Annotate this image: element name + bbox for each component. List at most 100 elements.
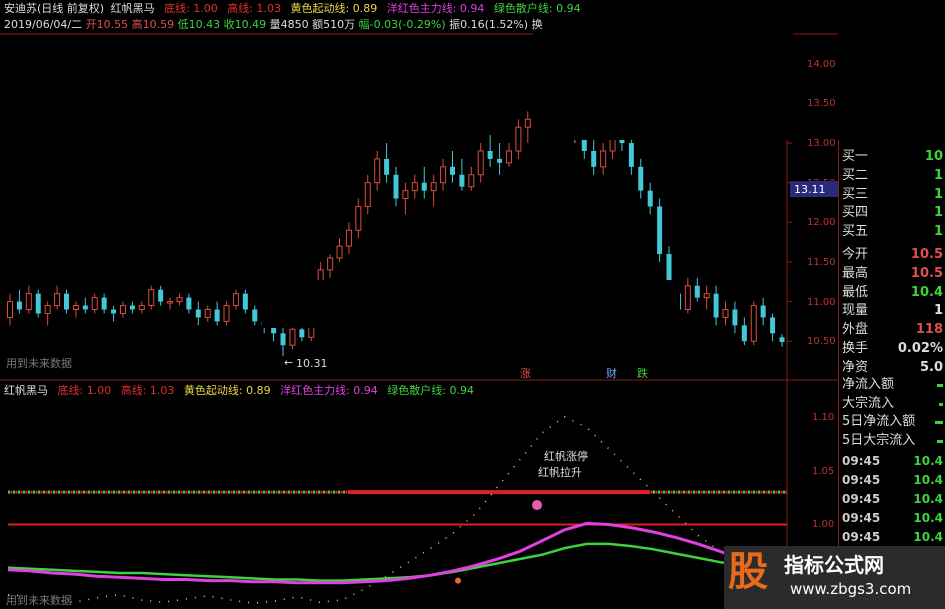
quote-volume: 量4850 — [269, 18, 309, 31]
quote-trail: 换 — [531, 18, 543, 31]
candle-body — [289, 328, 296, 346]
candle-body — [779, 337, 785, 343]
chart-period: (日线 前复权) — [37, 2, 105, 15]
candle-body — [101, 297, 107, 310]
side-quote-row: 买一 10 — [842, 148, 945, 166]
candle-body — [703, 293, 710, 299]
quote-low: 低10.43 — [177, 18, 221, 31]
side-quote-value: 1 — [933, 167, 943, 183]
candle-body — [421, 182, 427, 191]
current-price-label: 13.11 — [794, 183, 826, 196]
indicator-legend-yellow: 黄色起动线: 0.89 — [183, 384, 271, 397]
side-quote-value: 1 — [933, 205, 943, 221]
side-quote-label: 买三 — [842, 186, 869, 202]
legend-bottom-line: 底线: 1.00 — [164, 2, 218, 15]
indicator-legend-magenta: 洋红色主力线: 0.94 — [280, 384, 378, 397]
hongfan-zhangting-label: 红帆涨停 — [544, 450, 588, 463]
candle-body — [411, 182, 418, 192]
candle-body — [459, 174, 465, 187]
side-quote-value: 10.5 — [910, 247, 943, 262]
fund-flow-bar — [937, 439, 943, 443]
future-data-note-bottom: 用到未来数据 — [6, 594, 72, 607]
side-quote-label: 外盘 — [842, 322, 869, 338]
fund-flow-bar — [935, 421, 943, 424]
tick-time: 09:45 — [842, 454, 881, 468]
indicator-axis-label: 1.00 — [812, 519, 835, 531]
side-quote-label: 净资 — [842, 359, 869, 375]
candle-body — [628, 143, 634, 167]
signal-dot — [532, 500, 542, 511]
candle-body — [449, 166, 455, 175]
fund-flow-label: 5日净流入额 — [842, 414, 916, 429]
candle-body — [111, 309, 117, 314]
side-quote-value: 1 — [933, 186, 943, 202]
price-axis-label: 14.00 — [807, 58, 836, 70]
candle-body — [54, 293, 61, 307]
candle-body — [72, 305, 79, 311]
side-quote-row: 换手 0.02% — [842, 340, 945, 358]
candle-body — [345, 229, 352, 247]
tick-row: 09:45 10.4 — [842, 528, 945, 546]
green-retail-line — [7, 542, 788, 582]
indicator-legend-green: 绿色散户线: 0.94 — [387, 384, 475, 397]
indicator-axis-label: 1.10 — [812, 411, 835, 423]
yellow-start-line — [7, 415, 788, 604]
candle-body — [402, 190, 409, 200]
tick-time: 09:45 — [842, 473, 881, 487]
candle-body — [204, 309, 211, 318]
low-price-arrow: ← — [284, 356, 294, 369]
candle-body — [477, 150, 484, 176]
side-quote-value: 0.02% — [897, 341, 943, 356]
candle-body — [158, 289, 164, 302]
tick-price: 10.4 — [913, 454, 943, 468]
watermark-site-url: www.zbgs3.com — [790, 580, 912, 598]
fund-flow-label: 净流入额 — [842, 377, 895, 392]
side-quote-label: 最低 — [842, 284, 869, 300]
quote-open: 开10.55 — [85, 18, 129, 31]
quote-amount: 额510万 — [312, 18, 356, 31]
side-quote-value: 1 — [933, 303, 943, 319]
side-quote-label: 换手 — [842, 341, 869, 356]
side-quote-row: 净资 5.0 — [842, 359, 945, 377]
tick-row: 09:45 10.4 — [842, 509, 945, 527]
candle-body — [440, 166, 447, 184]
stock-title-row: 安迪苏(日线 前复权) 红帆黑马 底线: 1.00 高线: 1.03 黄色起动线… — [4, 2, 581, 15]
candle-body — [44, 305, 51, 314]
candle-body — [7, 301, 13, 318]
tick-price: 10.4 — [913, 511, 943, 525]
candle-body — [25, 293, 32, 311]
quote-close: 收10.49 — [223, 18, 267, 31]
legend-top-line: 高线: 1.03 — [227, 2, 281, 15]
candle-body — [657, 206, 663, 255]
candle-body — [327, 257, 334, 271]
tick-row: 09:45 10.4 — [842, 452, 945, 470]
candle-body — [16, 301, 22, 310]
side-quote-row: 买五 1 — [842, 223, 945, 241]
candle-body — [430, 182, 437, 192]
tick-price: 10.4 — [913, 530, 943, 544]
candle-body — [355, 205, 362, 231]
fund-flow-row: 5日大宗流入 — [842, 432, 945, 450]
price-axis-label: 12.00 — [807, 217, 836, 229]
side-quote-label: 今开 — [842, 247, 869, 262]
candle-body — [186, 297, 192, 310]
indicator-header-row: 红帆黑马 底线: 1.00 高线: 1.03 黄色起动线: 0.89 洋红色主力… — [4, 384, 474, 397]
tick-time: 09:45 — [842, 530, 881, 544]
side-quote-row: 买四 1 — [842, 204, 945, 222]
side-quote-value: 10.4 — [910, 284, 943, 300]
future-data-note-top: 用到未来数据 — [6, 357, 72, 370]
candle-body — [722, 309, 729, 318]
indicator-name: 红帆黑马 — [110, 2, 155, 15]
side-quote-label: 买二 — [842, 167, 869, 183]
candle-body — [487, 150, 493, 159]
main-chart[interactable] — [0, 0, 945, 609]
fund-flow-label: 大宗流入 — [842, 395, 895, 411]
occlusion-box-top — [533, 0, 793, 140]
quote-date: 2019/06/04/二 — [4, 18, 83, 31]
quote-change: 幅-0.03(-0.29%) — [358, 18, 446, 31]
quote-row: 2019/06/04/二 开10.55 高10.59 低10.43 收10.49… — [4, 18, 543, 31]
candle-body — [129, 305, 135, 310]
price-axis-label: 10.50 — [807, 336, 836, 348]
candle-body — [505, 150, 512, 164]
candle-body — [232, 293, 239, 307]
